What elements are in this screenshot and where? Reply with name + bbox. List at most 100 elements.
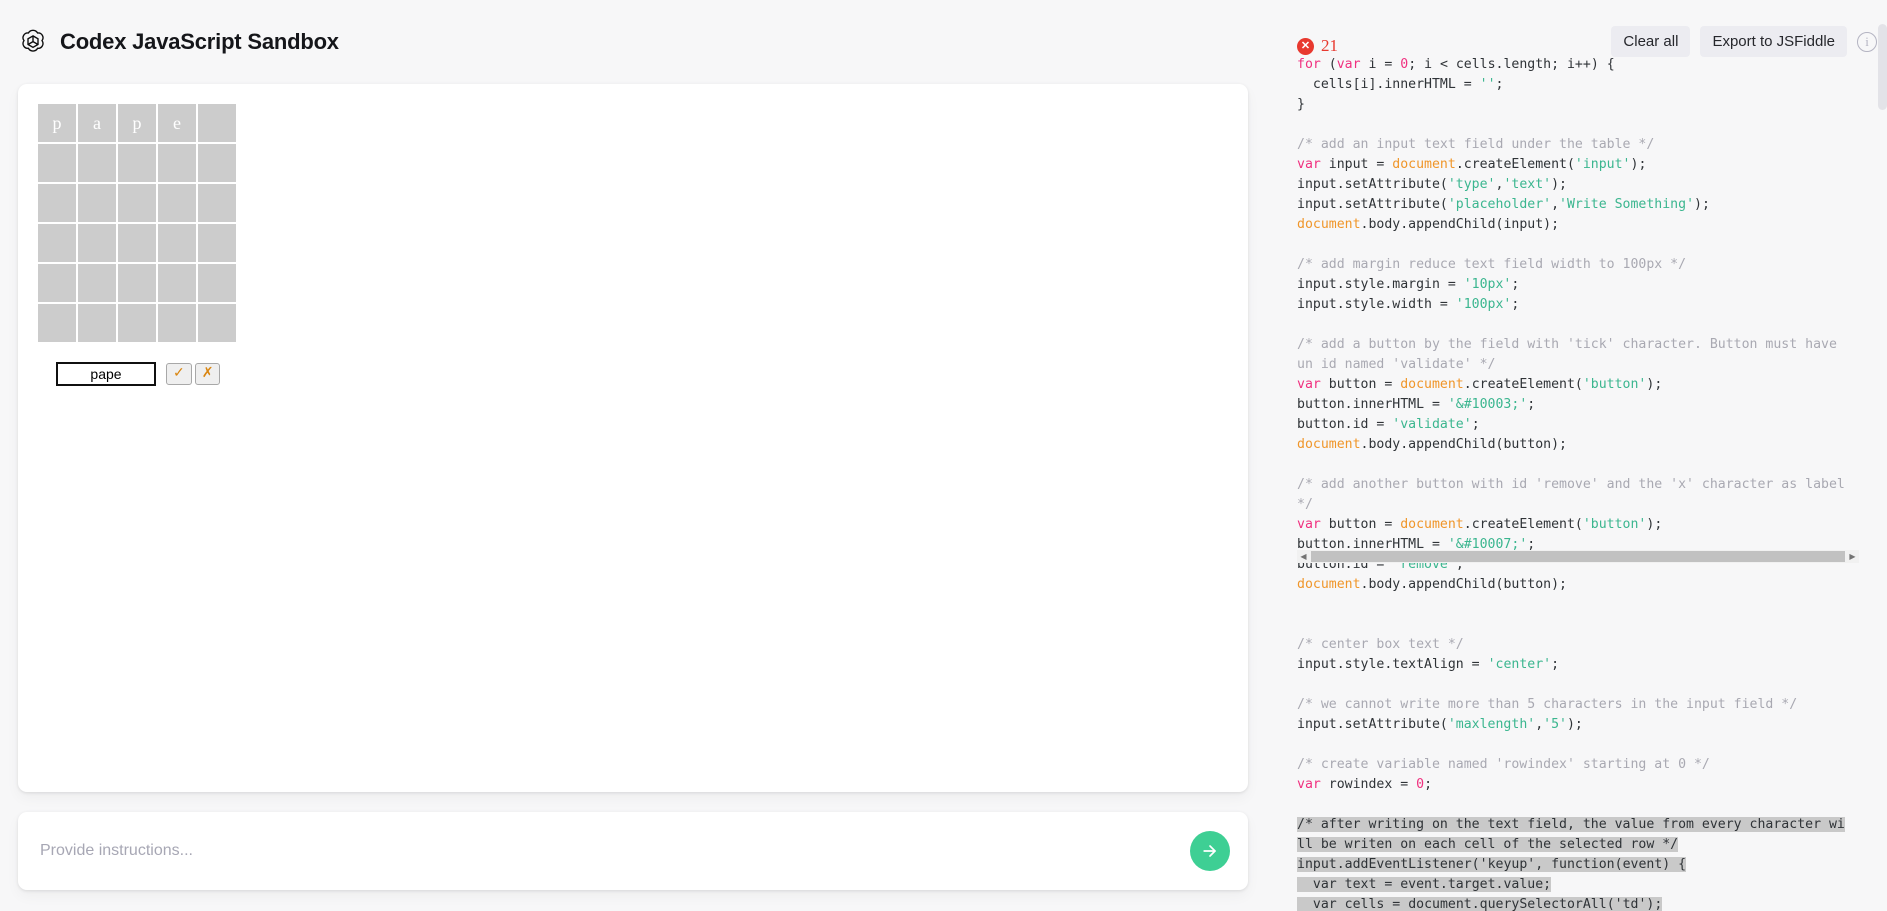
code-token: ); xyxy=(1646,377,1663,392)
grid-cell[interactable] xyxy=(78,224,116,262)
scroll-right-arrow-icon[interactable]: ▶ xyxy=(1846,550,1859,563)
validate-button[interactable]: ✓ xyxy=(166,363,192,385)
submit-instruction-button[interactable] xyxy=(1190,831,1230,871)
code-token: input.style.width = xyxy=(1297,297,1456,312)
grid-cell[interactable] xyxy=(158,144,196,182)
grid-cell[interactable] xyxy=(158,264,196,302)
grid-cell[interactable] xyxy=(118,144,156,182)
code-token: 'text' xyxy=(1503,177,1552,192)
code-line: /* after writing on the text field, the … xyxy=(1297,817,1845,832)
grid-cell[interactable] xyxy=(198,304,236,342)
grid-cell[interactable] xyxy=(38,224,76,262)
code-vertical-scrollbar[interactable] xyxy=(1878,24,1887,110)
code-token: function xyxy=(1551,857,1615,872)
app-root: Codex JavaScript Sandbox pape ✓ ✗ xyxy=(0,0,1887,911)
grid-cell[interactable] xyxy=(118,184,156,222)
grid-cell[interactable] xyxy=(198,104,236,142)
code-token: .body.appendChild(input); xyxy=(1360,217,1560,232)
code-line: var text = event.target.value; xyxy=(1297,877,1552,892)
export-to-jsfiddle-button[interactable]: Export to JSFiddle xyxy=(1700,26,1847,57)
code-token: var xyxy=(1297,377,1329,392)
code-token: 'placeholder' xyxy=(1447,197,1552,212)
code-token: input.style.margin = xyxy=(1297,277,1464,292)
grid-cell[interactable] xyxy=(38,264,76,302)
grid-cell[interactable] xyxy=(118,304,156,342)
code-editor[interactable]: for (var i = 0; i < cells.length; i++) {… xyxy=(1297,55,1887,911)
code-token: 'type' xyxy=(1447,177,1496,192)
code-line: /* add an input text field under the tab… xyxy=(1297,137,1654,152)
instruction-input[interactable] xyxy=(38,831,1190,871)
code-token: ; xyxy=(1551,657,1560,672)
grid-cell[interactable]: e xyxy=(158,104,196,142)
grid-cell[interactable]: p xyxy=(38,104,76,142)
code-token: */ xyxy=(1297,497,1313,512)
info-circle-icon[interactable]: i xyxy=(1857,31,1877,52)
instruction-bar xyxy=(18,812,1248,890)
table-row: pape xyxy=(38,104,236,142)
code-line: for (var i = 0; i < cells.length; i++) { xyxy=(1297,57,1615,72)
code-token: ); xyxy=(1630,157,1647,172)
code-horizontal-scrollbar[interactable]: ◀ ▶ xyxy=(1297,550,1859,563)
code-line: /* center box text */ xyxy=(1297,637,1464,652)
grid-cell[interactable] xyxy=(198,264,236,302)
grid-cell[interactable] xyxy=(38,144,76,182)
code-line: /* we cannot write more than 5 character… xyxy=(1297,697,1797,712)
code-token: var xyxy=(1336,57,1369,72)
code-token: 0 xyxy=(1400,57,1409,72)
grid-cell[interactable]: a xyxy=(78,104,116,142)
code-token: /* we cannot write more than 5 character… xyxy=(1297,697,1798,712)
code-token: .body.appendChild(button); xyxy=(1360,437,1567,452)
code-token: document xyxy=(1297,217,1361,232)
grid-cell[interactable] xyxy=(198,144,236,182)
code-line: input.setAttribute('type','text'); xyxy=(1297,177,1567,192)
character-grid-table: pape xyxy=(36,102,238,344)
code-token: i = xyxy=(1368,57,1401,72)
code-token: ; i < cells.length; i++) { xyxy=(1408,57,1615,72)
grid-cell[interactable] xyxy=(158,304,196,342)
code-token: var xyxy=(1312,897,1345,911)
code-token: un id named 'validate' */ xyxy=(1297,357,1496,372)
grid-cell[interactable] xyxy=(198,184,236,222)
grid-cell[interactable] xyxy=(118,264,156,302)
grid-cell[interactable] xyxy=(78,144,116,182)
code-token: .querySelectorAll( xyxy=(1471,897,1615,911)
code-token: /* add margin reduce text field width to… xyxy=(1297,257,1687,272)
code-token: 'center' xyxy=(1487,657,1552,672)
grid-cell[interactable] xyxy=(78,304,116,342)
grid-cell[interactable] xyxy=(198,224,236,262)
table-row xyxy=(38,264,236,302)
code-token: ll be writen on each cell of the selecte… xyxy=(1297,837,1679,852)
sandbox-text-input[interactable] xyxy=(56,362,156,386)
code-line: input.setAttribute('maxlength','5'); xyxy=(1297,717,1583,732)
code-token: 'button' xyxy=(1582,517,1647,532)
grid-cell[interactable] xyxy=(38,184,76,222)
grid-cell[interactable] xyxy=(118,224,156,262)
grid-cell[interactable] xyxy=(158,224,196,262)
code-token: button.id = xyxy=(1297,417,1393,432)
grid-cell[interactable] xyxy=(38,304,76,342)
grid-cell[interactable] xyxy=(158,184,196,222)
table-row xyxy=(38,184,236,222)
code-token: ); xyxy=(1551,177,1567,192)
code-token: cells[i].innerHTML = xyxy=(1297,77,1480,92)
code-line: var input = document.createElement('inpu… xyxy=(1297,157,1646,172)
code-line: input.style.width = '100px'; xyxy=(1297,297,1519,312)
table-row xyxy=(38,304,236,342)
code-token: document xyxy=(1400,517,1464,532)
grid-cell[interactable] xyxy=(78,184,116,222)
code-token: 'validate' xyxy=(1392,417,1472,432)
scrollbar-thumb[interactable] xyxy=(1311,551,1845,562)
code-token: input.setAttribute( xyxy=(1297,197,1448,212)
code-line: un id named 'validate' */ xyxy=(1297,357,1496,372)
code-line: document.body.appendChild(button); xyxy=(1297,577,1567,592)
code-line: input.addEventListener('keyup', function… xyxy=(1297,857,1687,872)
remove-button[interactable]: ✗ xyxy=(194,363,221,385)
clear-all-button[interactable]: Clear all xyxy=(1611,26,1691,57)
code-token: ); xyxy=(1694,197,1710,212)
code-token: /* add another button with id 'remove' a… xyxy=(1297,477,1845,492)
page-title: Codex JavaScript Sandbox xyxy=(60,29,339,54)
grid-cell[interactable] xyxy=(78,264,116,302)
grid-cell[interactable]: p xyxy=(118,104,156,142)
code-token: , xyxy=(1535,717,1544,732)
scroll-left-arrow-icon[interactable]: ◀ xyxy=(1297,550,1310,563)
